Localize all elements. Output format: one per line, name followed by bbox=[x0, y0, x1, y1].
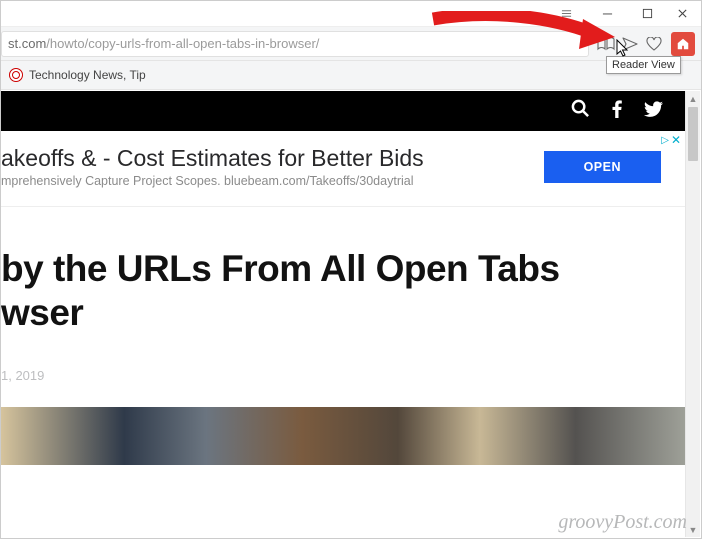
article-date: 1, 2019 bbox=[1, 368, 685, 383]
close-button[interactable] bbox=[667, 2, 697, 26]
bookmarks-bar: Technology News, Tip bbox=[1, 61, 701, 90]
article-body: by the URLs From All Open Tabs wser 1, 2… bbox=[1, 207, 685, 465]
search-icon[interactable] bbox=[571, 99, 590, 123]
url-path: /howto/copy-urls-from-all-open-tabs-in-b… bbox=[46, 36, 319, 51]
vertical-scrollbar[interactable]: ▲ ▼ bbox=[685, 91, 700, 537]
bookmark-favicon bbox=[9, 68, 23, 82]
maximize-button[interactable] bbox=[627, 2, 667, 26]
article-title: by the URLs From All Open Tabs wser bbox=[1, 247, 685, 334]
annotation-arrow bbox=[431, 11, 616, 53]
mouse-cursor bbox=[616, 39, 632, 59]
ad-headline[interactable]: akeoffs & - Cost Estimates for Better Bi… bbox=[1, 145, 544, 172]
adchoices-icon[interactable]: ▷✕ bbox=[661, 133, 681, 147]
scroll-up-arrow[interactable]: ▲ bbox=[686, 91, 700, 106]
article-hero-image bbox=[1, 407, 685, 465]
ad-banner: ▷✕ akeoffs & - Cost Estimates for Better… bbox=[1, 131, 685, 207]
twitter-icon[interactable] bbox=[644, 101, 663, 122]
ad-subtext: mprehensively Capture Project Scopes. bl… bbox=[1, 174, 544, 188]
site-header bbox=[1, 91, 685, 131]
url-host: st.com bbox=[8, 36, 46, 51]
ad-open-button[interactable]: OPEN bbox=[544, 151, 661, 183]
home-button[interactable] bbox=[671, 32, 695, 56]
webpage-viewport: ▷✕ akeoffs & - Cost Estimates for Better… bbox=[1, 91, 685, 537]
scroll-thumb[interactable] bbox=[688, 107, 698, 161]
favorite-icon[interactable] bbox=[645, 35, 663, 53]
scroll-down-arrow[interactable]: ▼ bbox=[686, 522, 700, 537]
watermark: groovyPost.com bbox=[558, 511, 687, 534]
bookmark-item[interactable]: Technology News, Tip bbox=[29, 68, 146, 82]
facebook-icon[interactable] bbox=[612, 100, 622, 123]
